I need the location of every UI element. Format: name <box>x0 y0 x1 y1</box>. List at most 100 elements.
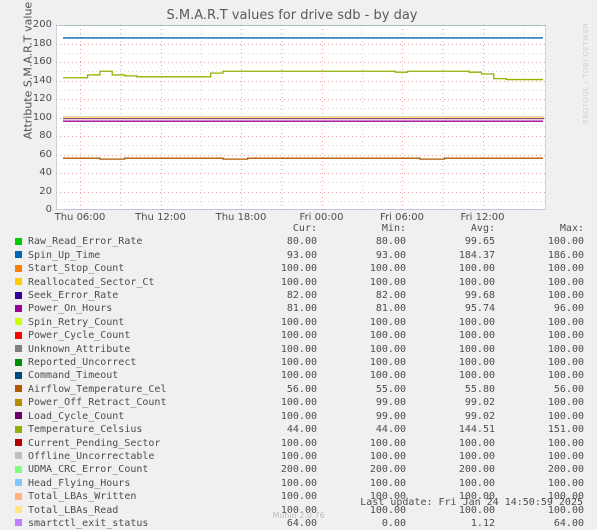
legend-pad-cell <box>584 463 597 476</box>
legend-max-value: 100.00 <box>547 263 584 275</box>
legend-pad-cell <box>584 437 597 450</box>
legend-avg-value: 200.00 <box>458 464 495 476</box>
legend-max-value: 151.00 <box>547 424 584 436</box>
legend-cur-value: 100.00 <box>280 370 317 382</box>
legend-max-value: 100.00 <box>547 290 584 302</box>
legend-metric-name: Reallocated_Sector_Ct <box>28 276 155 288</box>
legend-pad-cell <box>584 249 597 262</box>
legend-row: Raw_Read_Error_Rate 80.00 80.00 99.65 100.00 <box>0 235 597 248</box>
legend-avg-value: 95.74 <box>464 303 495 315</box>
legend-color-swatch <box>15 331 22 339</box>
legend-color-swatch <box>15 371 22 379</box>
legend-swatch-cell <box>0 450 28 463</box>
legend-swatch-cell <box>0 369 28 382</box>
chart-svg <box>56 25 546 210</box>
legend-metric-name: Unknown_Attribute <box>28 343 131 355</box>
legend-min-value: 100.00 <box>369 370 406 382</box>
legend-min-value: 99.00 <box>375 397 406 409</box>
legend-cur-value: 100.00 <box>280 263 317 275</box>
legend-avg-value: 99.65 <box>464 236 495 248</box>
legend-min-value: 82.00 <box>375 290 406 302</box>
legend-avg-value: 55.80 <box>464 383 495 395</box>
legend-min-value: 100.00 <box>369 357 406 369</box>
legend-swatch-cell <box>0 289 28 302</box>
legend-row: Reported_Uncorrect 100.00 100.00 100.00 100.… <box>0 356 597 369</box>
legend-swatch-cell <box>0 437 28 450</box>
legend-metric-name: UDMA_CRC_Error_Count <box>28 464 149 476</box>
legend-max-value: 186.00 <box>547 249 584 261</box>
legend-max-value: 100.00 <box>547 397 584 409</box>
legend-min-value: 100.00 <box>369 330 406 342</box>
legend-cur-value: 81.00 <box>286 303 317 315</box>
legend-pad-cell <box>584 302 597 315</box>
legend-cur-value: 200.00 <box>280 464 317 476</box>
legend-pad-cell <box>584 477 597 490</box>
legend-metric-name: Spin_Retry_Count <box>28 316 125 328</box>
legend-avg-value: 100.00 <box>458 450 495 462</box>
legend-color-swatch <box>15 398 22 406</box>
y-axis-tick-label: 160 <box>32 56 52 67</box>
legend-cur-value: 100.00 <box>280 437 317 449</box>
legend-pad-cell <box>584 490 597 503</box>
legend-pad-cell <box>584 329 597 342</box>
legend-pad-cell <box>584 410 597 423</box>
legend-swatch-cell <box>0 249 28 262</box>
legend-metric-name: Power_Cycle_Count <box>28 330 131 342</box>
legend-min-value: 200.00 <box>369 464 406 476</box>
legend-metric-name: Seek_Error_Rate <box>28 290 119 302</box>
legend-header-row: Cur: Min: Avg: Max: <box>0 222 597 235</box>
legend-min-value: 55.00 <box>375 383 406 395</box>
legend-max-value: 100.00 <box>547 330 584 342</box>
legend-swatch-cell <box>0 490 28 503</box>
legend-cur-value: 44.00 <box>286 424 317 436</box>
legend-swatch-cell <box>0 235 28 248</box>
legend-swatch-cell <box>0 302 28 315</box>
legend-max-value: 100.00 <box>547 370 584 382</box>
legend-pad-cell <box>584 423 597 436</box>
legend-row: UDMA_CRC_Error_Count 200.00 200.00 200.00 20… <box>0 463 597 476</box>
legend-pad-cell <box>584 356 597 369</box>
legend-metric-name: Temperature_Celsius <box>28 424 143 436</box>
legend-color-swatch <box>15 425 22 433</box>
legend-max-value: 96.00 <box>553 303 584 315</box>
y-axis-tick-label: 100 <box>32 111 52 123</box>
legend-color-swatch <box>15 439 22 446</box>
legend-pad-cell <box>584 450 597 463</box>
legend-max-value: 100.00 <box>547 316 584 328</box>
legend-row: Offline_Uncorrectable 100.00 100.00 100.00 1… <box>0 450 597 463</box>
legend-metric-name: Total_LBAs_Written <box>28 491 137 503</box>
legend-cur-value: 100.00 <box>280 491 317 503</box>
legend-max-value: 200.00 <box>547 464 584 476</box>
legend-max-value: 100.00 <box>547 343 584 355</box>
chart-title: S.M.A.R.T values for drive sdb - by day <box>166 8 418 23</box>
legend-row: Head_Flying_Hours 100.00 100.00 100.00 100.0… <box>0 477 597 490</box>
plot-area <box>56 25 546 210</box>
legend-metric-name: Power_Off_Retract_Count <box>28 397 167 409</box>
legend-swatch-cell <box>0 423 28 436</box>
legend-min-value: 100.00 <box>369 437 406 449</box>
legend-cur-value: 100.00 <box>280 477 317 489</box>
y-axis-tick-label: 20 <box>39 185 52 197</box>
legend-avg-value: 100.00 <box>458 343 495 355</box>
legend-row: Power_Off_Retract_Count 100.00 99.00 99.02 1… <box>0 396 597 409</box>
legend-row: Power_On_Hours 81.00 81.00 95.74 96.00 <box>0 302 597 315</box>
legend-color-swatch <box>15 264 22 272</box>
y-axis-tick-label: 180 <box>32 37 52 49</box>
legend-header-cur: Cur: <box>292 223 317 234</box>
legend-swatch-cell <box>0 463 28 476</box>
legend-row: Spin_Up_Time 93.00 93.00 184.37 186.00 <box>0 249 597 262</box>
legend-row: Start_Stop_Count 100.00 100.00 100.00 100.00 <box>0 262 597 275</box>
legend-avg-value: 100.00 <box>458 357 495 369</box>
legend-swatch-cell <box>0 329 28 342</box>
legend-min-value: 100.00 <box>369 263 406 275</box>
legend-min-value: 80.00 <box>375 236 406 248</box>
legend-color-swatch <box>15 345 22 353</box>
legend-max-value: 100.00 <box>547 437 584 449</box>
legend-avg-value: 99.02 <box>464 410 495 422</box>
y-axis-tick-label: 60 <box>39 148 52 160</box>
legend-swatch-cell <box>0 477 28 490</box>
legend-color-swatch <box>15 251 22 259</box>
y-axis-tick-label: 80 <box>39 130 52 141</box>
legend-min-value: 99.00 <box>375 410 406 422</box>
legend-min-value: 100.00 <box>369 276 406 288</box>
